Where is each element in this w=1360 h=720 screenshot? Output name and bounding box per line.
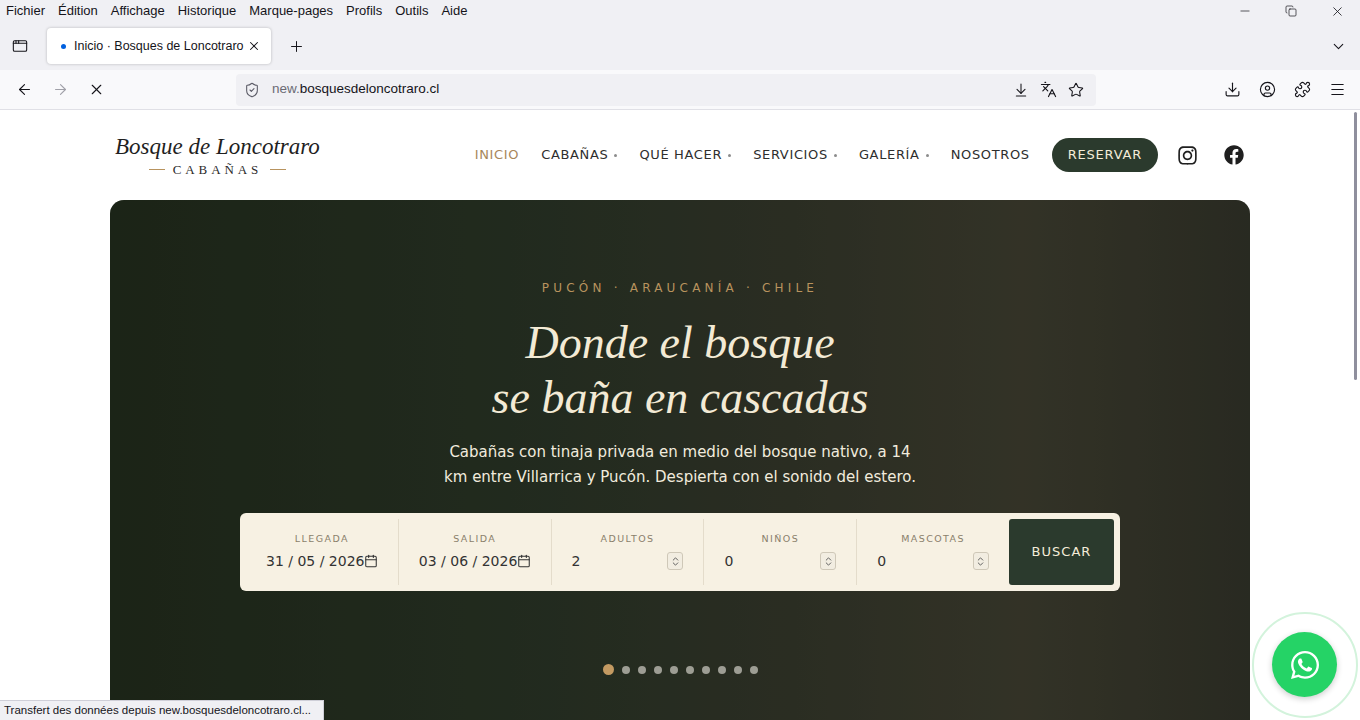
- logo-rule: [270, 169, 286, 170]
- slide-dot[interactable]: [654, 666, 662, 674]
- slide-dot[interactable]: [686, 666, 694, 674]
- menu-item[interactable]: Fichier: [6, 1, 45, 21]
- search-button[interactable]: BUSCAR: [1009, 519, 1114, 585]
- menu-item[interactable]: Outils: [395, 1, 428, 21]
- slide-dot[interactable]: [622, 666, 630, 674]
- page: Bosque de LoncotraroCABAÑAS INICIO CABAÑAS…: [0, 110, 1360, 720]
- tab-bar: Inicio · Bosques de Loncotraro: [0, 22, 1360, 70]
- restore-icon: [1285, 5, 1297, 17]
- booking-field[interactable]: ADULTOS2: [552, 519, 705, 585]
- slide-dot[interactable]: [734, 666, 742, 674]
- nav-toolbar: new.bosquesdeloncotraro.cl: [0, 70, 1360, 110]
- install-icon[interactable]: [1013, 82, 1029, 98]
- firefox-view-button[interactable]: [0, 38, 40, 54]
- plus-icon: [288, 38, 305, 55]
- logo-rule: [149, 169, 165, 170]
- hero-text: Cabañas con tinaja privada en medio del …: [440, 440, 920, 489]
- firefox-view-icon: [12, 38, 28, 54]
- shield-icon[interactable]: [244, 82, 260, 98]
- bookmark-star-icon[interactable]: [1068, 82, 1084, 98]
- close-icon: [1330, 4, 1345, 19]
- nav-item[interactable]: NOSOTROS: [951, 145, 1030, 165]
- chevron-down-icon: [1330, 38, 1347, 55]
- back-button[interactable]: [8, 74, 40, 106]
- instagram-icon[interactable]: [1177, 145, 1198, 166]
- booking-field[interactable]: LLEGADA31 / 05 / 2026: [246, 519, 399, 585]
- booking-field[interactable]: NIÑOS0: [704, 519, 857, 585]
- slide-dot[interactable]: [702, 666, 710, 674]
- menu-item[interactable]: Profils: [346, 1, 382, 21]
- stop-button[interactable]: [80, 74, 112, 106]
- browser-window: Fichier Édition Affichage Historique Marque-…: [0, 0, 1360, 720]
- menu-item[interactable]: Édition: [58, 1, 98, 21]
- account-icon[interactable]: [1259, 81, 1276, 98]
- dropdown-dot: [614, 154, 617, 157]
- booking-field[interactable]: SALIDA03 / 06 / 2026: [399, 519, 552, 585]
- menu-item[interactable]: Aide: [441, 1, 467, 21]
- site-header: Bosque de LoncotraroCABAÑAS INICIO CABAÑAS…: [110, 110, 1250, 200]
- forward-button: [44, 74, 76, 106]
- whatsapp-button[interactable]: [1272, 632, 1337, 697]
- spinner-icon: [670, 556, 681, 567]
- calendar-icon[interactable]: [364, 554, 378, 568]
- back-arrow-icon: [16, 81, 33, 98]
- new-tab-button[interactable]: [281, 31, 311, 61]
- minimize-icon: [1238, 4, 1252, 18]
- app-menu-icon[interactable]: [1329, 81, 1346, 98]
- booking-field[interactable]: MASCOTAS0: [857, 519, 1009, 585]
- nav-item[interactable]: INICIO: [475, 145, 519, 165]
- slide-dot[interactable]: [603, 664, 614, 675]
- hero: PUCÓN · ARAUCANÍA · CHILEDonde el bosque…: [110, 200, 1250, 720]
- dropdown-dot: [926, 154, 929, 157]
- slide-dot[interactable]: [670, 666, 678, 674]
- spinner[interactable]: [667, 552, 683, 570]
- nav-item[interactable]: CABAÑAS: [541, 145, 617, 165]
- spinner[interactable]: [973, 552, 989, 570]
- extensions-icon[interactable]: [1294, 81, 1311, 98]
- menu-item[interactable]: Marque-pages: [249, 1, 333, 21]
- restore-button[interactable]: [1268, 0, 1314, 22]
- loading-dot: [61, 44, 66, 49]
- nav-item[interactable]: SERVICIOS: [753, 145, 837, 165]
- slide-dot[interactable]: [638, 666, 646, 674]
- spinner-icon: [975, 556, 986, 567]
- slide-dots: [603, 664, 758, 675]
- hero-heading: Donde el bosquese baña en cascadas: [492, 315, 869, 425]
- spinner[interactable]: [820, 552, 836, 570]
- menu-item[interactable]: Affichage: [111, 1, 165, 21]
- spinner-icon: [823, 556, 834, 567]
- stop-icon: [88, 81, 105, 98]
- slide-dot[interactable]: [750, 666, 758, 674]
- browser-tab[interactable]: Inicio · Bosques de Loncotraro: [47, 28, 271, 64]
- nav-item[interactable]: QUÉ HACER: [639, 145, 731, 165]
- whatsapp-icon: [1289, 649, 1321, 681]
- close-button[interactable]: [1314, 0, 1360, 22]
- dropdown-dot: [834, 154, 837, 157]
- calendar-icon[interactable]: [517, 554, 531, 568]
- translate-icon[interactable]: [1040, 81, 1057, 98]
- menu-item[interactable]: Historique: [178, 1, 237, 21]
- site-logo[interactable]: Bosque de LoncotraroCABAÑAS: [110, 133, 320, 178]
- status-bar: Transfert des données depuis new.bosques…: [0, 700, 324, 720]
- tab-close-icon[interactable]: [247, 39, 261, 53]
- downloads-icon[interactable]: [1224, 81, 1241, 98]
- reserve-button[interactable]: RESERVAR: [1052, 138, 1158, 172]
- url-bar[interactable]: new.bosquesdeloncotraro.cl: [236, 74, 1096, 106]
- slide-dot[interactable]: [718, 666, 726, 674]
- minimize-button[interactable]: [1222, 0, 1268, 22]
- scrollbar-thumb[interactable]: [1354, 112, 1357, 380]
- nav-item[interactable]: GALERÍA: [859, 145, 929, 165]
- site-nav: INICIO CABAÑAS QUÉ HACER SERVICIOS GALERÍA NO…: [475, 145, 1030, 165]
- tab-list-button[interactable]: [1326, 38, 1350, 55]
- menu-bar: Fichier Édition Affichage Historique Marque-…: [0, 0, 1360, 22]
- dropdown-dot: [728, 154, 731, 157]
- booking-form: LLEGADA31 / 05 / 2026SALIDA03 / 06 / 202…: [240, 513, 1120, 591]
- forward-arrow-icon: [52, 81, 69, 98]
- facebook-icon[interactable]: [1224, 145, 1244, 165]
